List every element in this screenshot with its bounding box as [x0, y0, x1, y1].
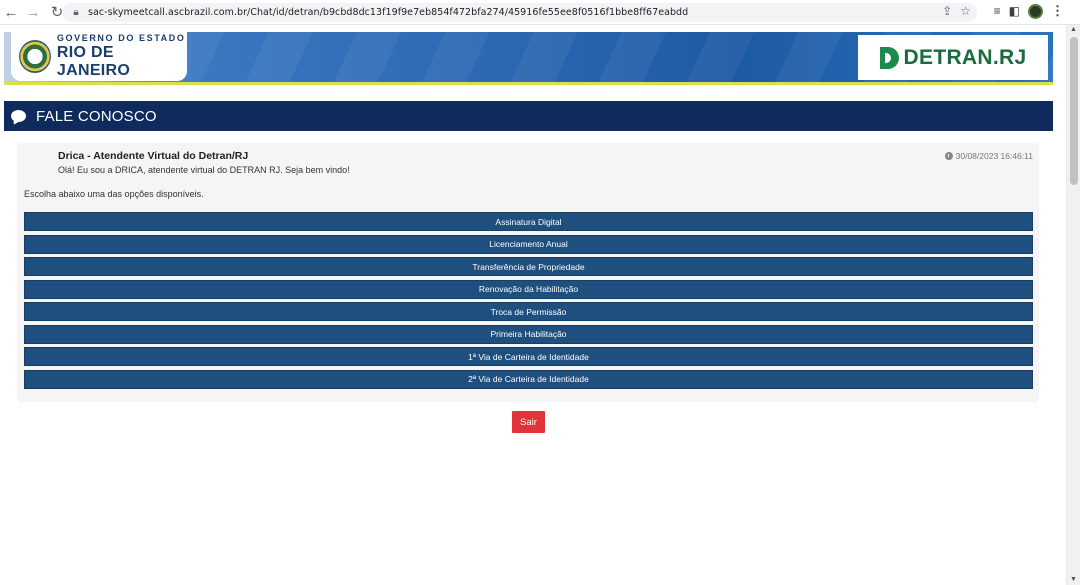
- section-title: FALE CONOSCO: [36, 107, 157, 125]
- browser-menu-icon[interactable]: ⋮: [1051, 3, 1064, 19]
- chat-bubble-icon: [11, 110, 26, 122]
- address-bar[interactable]: 🔒︎ sac-skymeetcall.ascbrazil.com.br/Chat…: [62, 3, 977, 22]
- option-button[interactable]: 2ª Via de Carteira de Identidade: [24, 369, 1033, 389]
- option-button[interactable]: Assinatura Digital: [24, 212, 1033, 231]
- gov-logo-line2: RIO DE JANEIRO: [56, 44, 131, 79]
- profile-avatar[interactable]: [1028, 3, 1043, 19]
- timestamp-text: 30/08/2023 16:46:11: [955, 151, 1033, 161]
- forward-arrow-icon[interactable]: →: [22, 1, 44, 23]
- bookmark-star-icon[interactable]: ☆: [960, 4, 971, 18]
- option-button[interactable]: Primeira Habilitação: [24, 324, 1033, 344]
- share-icon[interactable]: ⇪: [942, 4, 952, 18]
- scroll-down-icon[interactable]: ▼: [1070, 576, 1077, 583]
- message-timestamp: 30/08/2023 16:46:11: [944, 151, 1033, 161]
- option-button[interactable]: Transferência de Propriedade: [24, 257, 1033, 276]
- back-arrow-icon[interactable]: ←: [0, 1, 22, 23]
- scrollbar-thumb[interactable]: [1070, 37, 1078, 185]
- detran-logo-text: DETRAN.RJ: [903, 45, 1027, 69]
- clock-icon: [944, 152, 953, 160]
- exit-button[interactable]: Sair: [512, 411, 545, 433]
- page-content: GOVERNO DO ESTADO RIO DE JANEIRO DETRAN.…: [0, 25, 1066, 585]
- page-scrollbar[interactable]: ▲ ▼: [1066, 25, 1080, 585]
- chat-message-panel: Drica - Atendente Virtual do Detran/RJ O…: [17, 143, 1039, 402]
- header-banner: GOVERNO DO ESTADO RIO DE JANEIRO DETRAN.…: [4, 32, 1053, 85]
- option-button[interactable]: Renovação da Habilitação: [24, 279, 1033, 299]
- scroll-up-icon[interactable]: ▲: [1070, 26, 1077, 33]
- option-button[interactable]: Licenciamento Anual: [24, 234, 1033, 254]
- gov-logo-line1: GOVERNO DO ESTADO: [56, 33, 186, 43]
- detran-logo[interactable]: DETRAN.RJ: [858, 35, 1048, 80]
- agent-greeting: Olá! Eu sou a DRICA, atendente virtual d…: [58, 165, 350, 175]
- detran-d-icon: [879, 46, 899, 69]
- url-text[interactable]: sac-skymeetcall.ascbrazil.com.br/Chat/id…: [88, 7, 688, 18]
- option-button[interactable]: 1ª Via de Carteira de Identidade: [24, 347, 1033, 366]
- section-header: FALE CONOSCO: [4, 101, 1053, 131]
- rj-seal-icon: [19, 40, 51, 73]
- side-panel-icon[interactable]: ◧: [1009, 4, 1020, 18]
- agent-name: Drica - Atendente Virtual do Detran/RJ: [58, 150, 249, 162]
- options-prompt: Escolha abaixo uma das opções disponívei…: [24, 189, 204, 199]
- browser-toolbar: ← → ↻ 🔒︎ sac-skymeetcall.ascbrazil.com.b…: [0, 0, 1080, 25]
- site-info-icon[interactable]: 🔒︎: [68, 7, 84, 18]
- reading-list-icon[interactable]: ≡: [994, 4, 1001, 18]
- options-list: Assinatura Digital Licenciamento Anual T…: [24, 212, 1033, 389]
- gov-rj-logo[interactable]: GOVERNO DO ESTADO RIO DE JANEIRO: [11, 32, 187, 81]
- option-button[interactable]: Troca de Permissão: [24, 302, 1033, 321]
